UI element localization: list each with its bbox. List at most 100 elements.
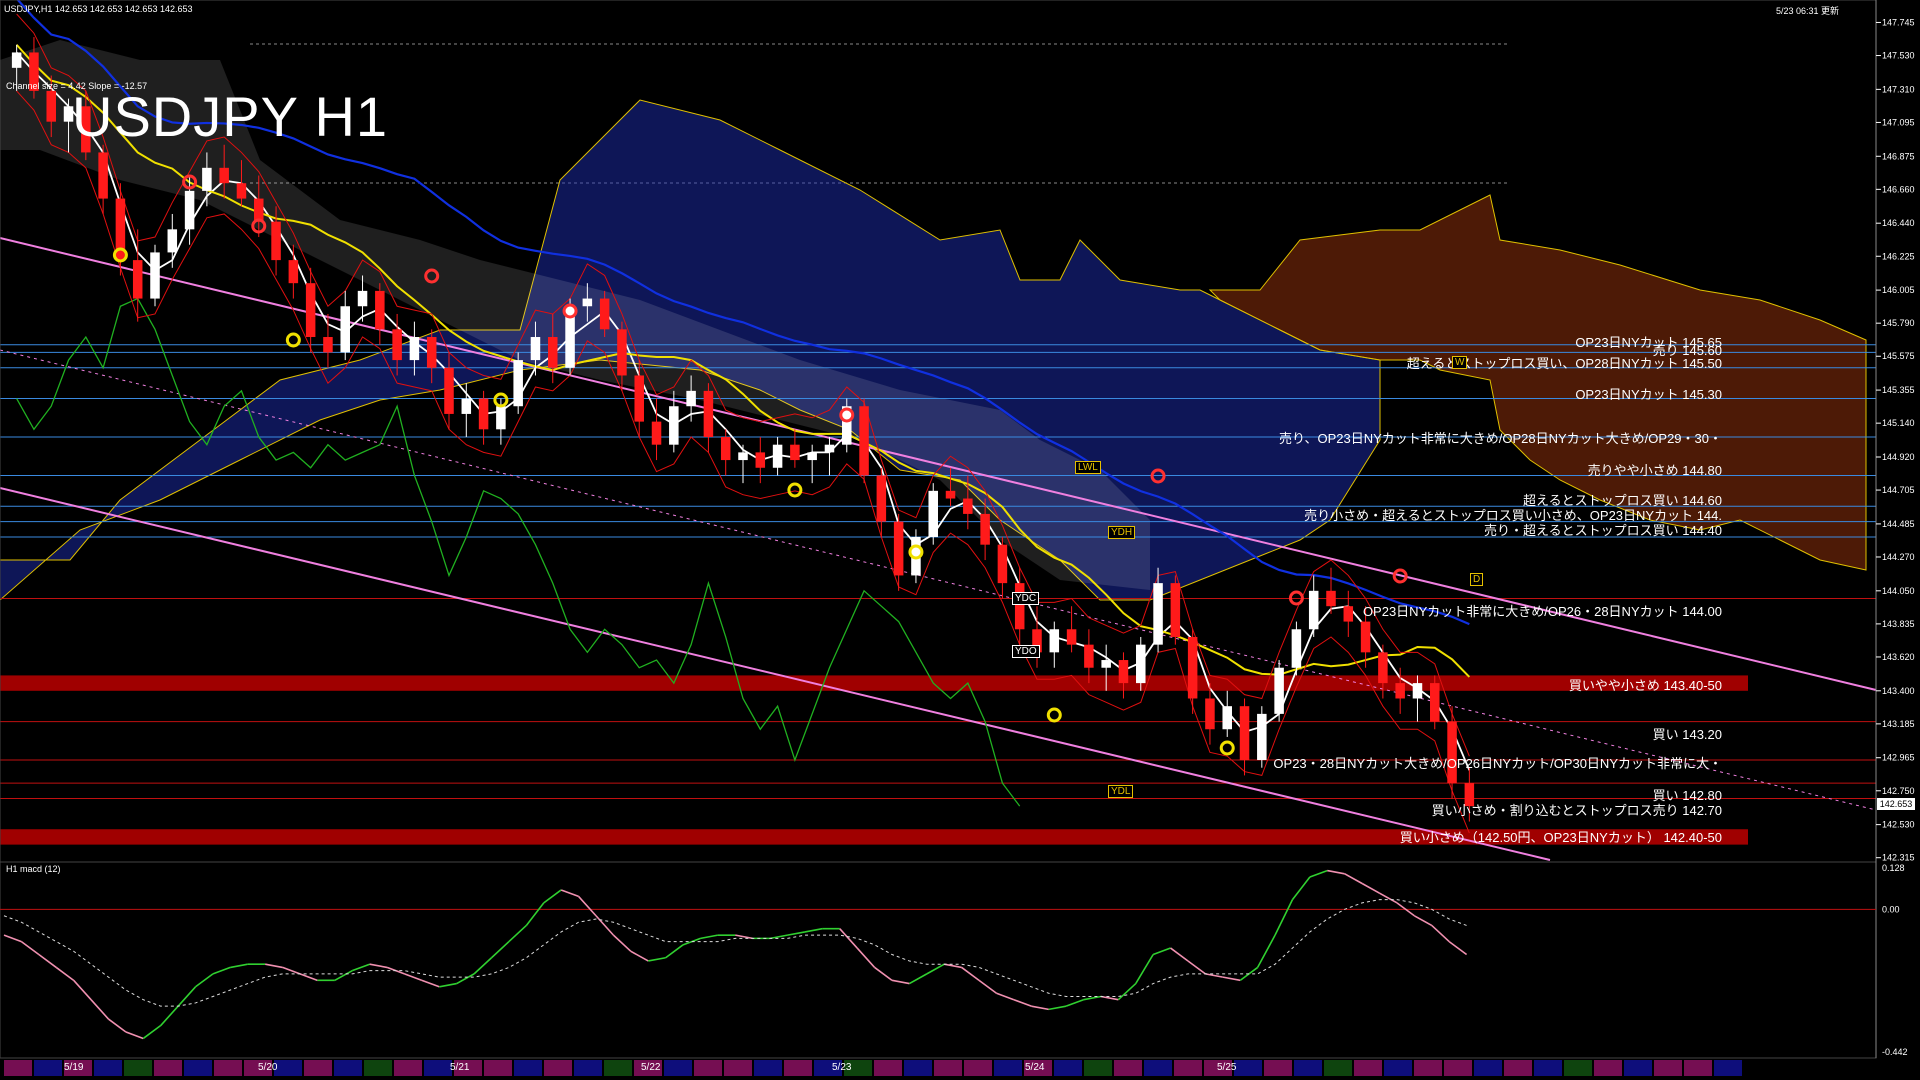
macd-signal — [3, 899, 1467, 1007]
date-block — [334, 1060, 362, 1076]
macd-line — [1152, 947, 1171, 956]
usdjpy-chart[interactable]: 0.1280.00-0.442 147.745147.530147.310147… — [0, 0, 1920, 1080]
candle-bear — [997, 544, 1008, 584]
axis-tick-label: 144.485 — [1882, 519, 1915, 529]
candle-bull — [1049, 629, 1060, 653]
macd-line — [1031, 1005, 1049, 1011]
macd-line — [177, 986, 197, 1007]
macd-line — [1379, 892, 1398, 904]
level-label: 売り・超えるとストップロス買い 144.40 — [1484, 523, 1722, 538]
date-block — [1174, 1060, 1202, 1076]
macd-line — [212, 966, 231, 975]
date-block — [34, 1060, 62, 1076]
axis-tick-label: 147.530 — [1882, 51, 1915, 61]
date-block — [1234, 1060, 1262, 1076]
candle-bear — [599, 298, 610, 330]
date-block — [1534, 1060, 1562, 1076]
axis-tick-label: 144.050 — [1882, 586, 1915, 596]
candle-bull — [530, 337, 541, 361]
candle-bull — [1308, 590, 1319, 630]
axis-tick-label: 142.965 — [1882, 753, 1915, 763]
chart-title: USDJPY H1 — [72, 85, 389, 148]
macd-line — [1170, 947, 1189, 962]
date-block — [1624, 1060, 1652, 1076]
macd-line — [334, 969, 353, 982]
macd-label: H1 macd (12) — [6, 864, 61, 874]
candle-bear — [323, 337, 333, 353]
macd-line — [265, 963, 283, 969]
macd-axis-label: -0.442 — [1882, 1047, 1908, 1057]
macd-axis-label: 0.128 — [1882, 863, 1905, 873]
candle-bear — [1430, 683, 1440, 722]
signal-marker — [787, 482, 803, 498]
candle-bull — [772, 444, 783, 468]
price-axis: 147.745 147.530 147.310 147.095 146.875 146.6… — [1876, 17, 1915, 863]
date-block — [1324, 1060, 1352, 1076]
axis-tick-label: 145.790 — [1882, 318, 1915, 328]
date-block — [754, 1060, 782, 1076]
macd-line — [926, 963, 945, 975]
date-block — [184, 1060, 212, 1076]
candle-bull — [1222, 706, 1232, 730]
date-block — [934, 1060, 962, 1076]
axis-tick-label: 147.310 — [1882, 84, 1915, 94]
macd-line — [55, 966, 75, 981]
macd-line — [421, 979, 440, 988]
candle-bull — [167, 229, 178, 253]
date-block — [964, 1060, 992, 1076]
macd-line — [439, 982, 457, 988]
date-block — [94, 1060, 122, 1076]
w-tag: W — [1452, 356, 1468, 369]
macd-line — [856, 947, 876, 968]
macd-line — [1065, 998, 1084, 1007]
macd-line — [1100, 995, 1119, 1001]
date-block — [364, 1060, 392, 1076]
axis-tick-label: 146.660 — [1882, 184, 1915, 194]
ydh-tag: YDH — [1108, 526, 1136, 539]
date-label: 5/19 — [64, 1062, 84, 1073]
candle-bear — [755, 452, 766, 468]
macd-line — [700, 934, 719, 940]
level-label: 買い小さめ（142.50円、OP23日NYカット） 142.40-50 — [1399, 830, 1722, 845]
candle-bear — [288, 260, 299, 284]
candle-bear — [1239, 706, 1250, 761]
macd-line — [961, 966, 980, 981]
macd-line — [874, 966, 893, 981]
macd-line — [909, 973, 928, 985]
candle-bear — [980, 513, 990, 545]
axis-tick-label: 142.530 — [1882, 820, 1915, 830]
candle-bear — [1205, 698, 1215, 730]
date-block — [214, 1060, 242, 1076]
date-block — [1264, 1060, 1292, 1076]
macd-line — [404, 973, 423, 982]
macd-line — [369, 963, 388, 969]
date-block — [874, 1060, 902, 1076]
macd-line — [299, 973, 318, 982]
candle-bull — [409, 337, 420, 361]
candle-bull — [461, 398, 472, 414]
candle-bear — [720, 437, 731, 461]
date-block — [664, 1060, 692, 1076]
signal-marker — [1288, 590, 1304, 606]
macd-line — [1222, 976, 1241, 982]
candle-bull — [824, 444, 835, 453]
macd-line — [1344, 873, 1363, 885]
candle-bull — [1136, 644, 1146, 684]
date-block — [724, 1060, 752, 1076]
date-block — [784, 1060, 812, 1076]
level-label: 売り、OP23日NYカット非常に大きめ/OP28日NYカット大きめ/OP29・3… — [1278, 431, 1722, 446]
candle-bear — [790, 444, 800, 461]
axis-tick-label: 144.270 — [1882, 552, 1915, 562]
candle-bull — [1257, 713, 1267, 761]
candle-bull — [582, 298, 593, 307]
date-label: 5/22 — [641, 1062, 661, 1073]
candle-bear — [444, 367, 454, 414]
candle-bull — [357, 290, 368, 307]
macd-pane-border — [0, 861, 1877, 1059]
macd-line — [560, 889, 579, 898]
date-block — [1294, 1060, 1322, 1076]
macd-line — [787, 931, 806, 936]
macd-line — [160, 1005, 179, 1027]
date-label: 5/21 — [450, 1062, 470, 1073]
date-block — [4, 1060, 32, 1076]
